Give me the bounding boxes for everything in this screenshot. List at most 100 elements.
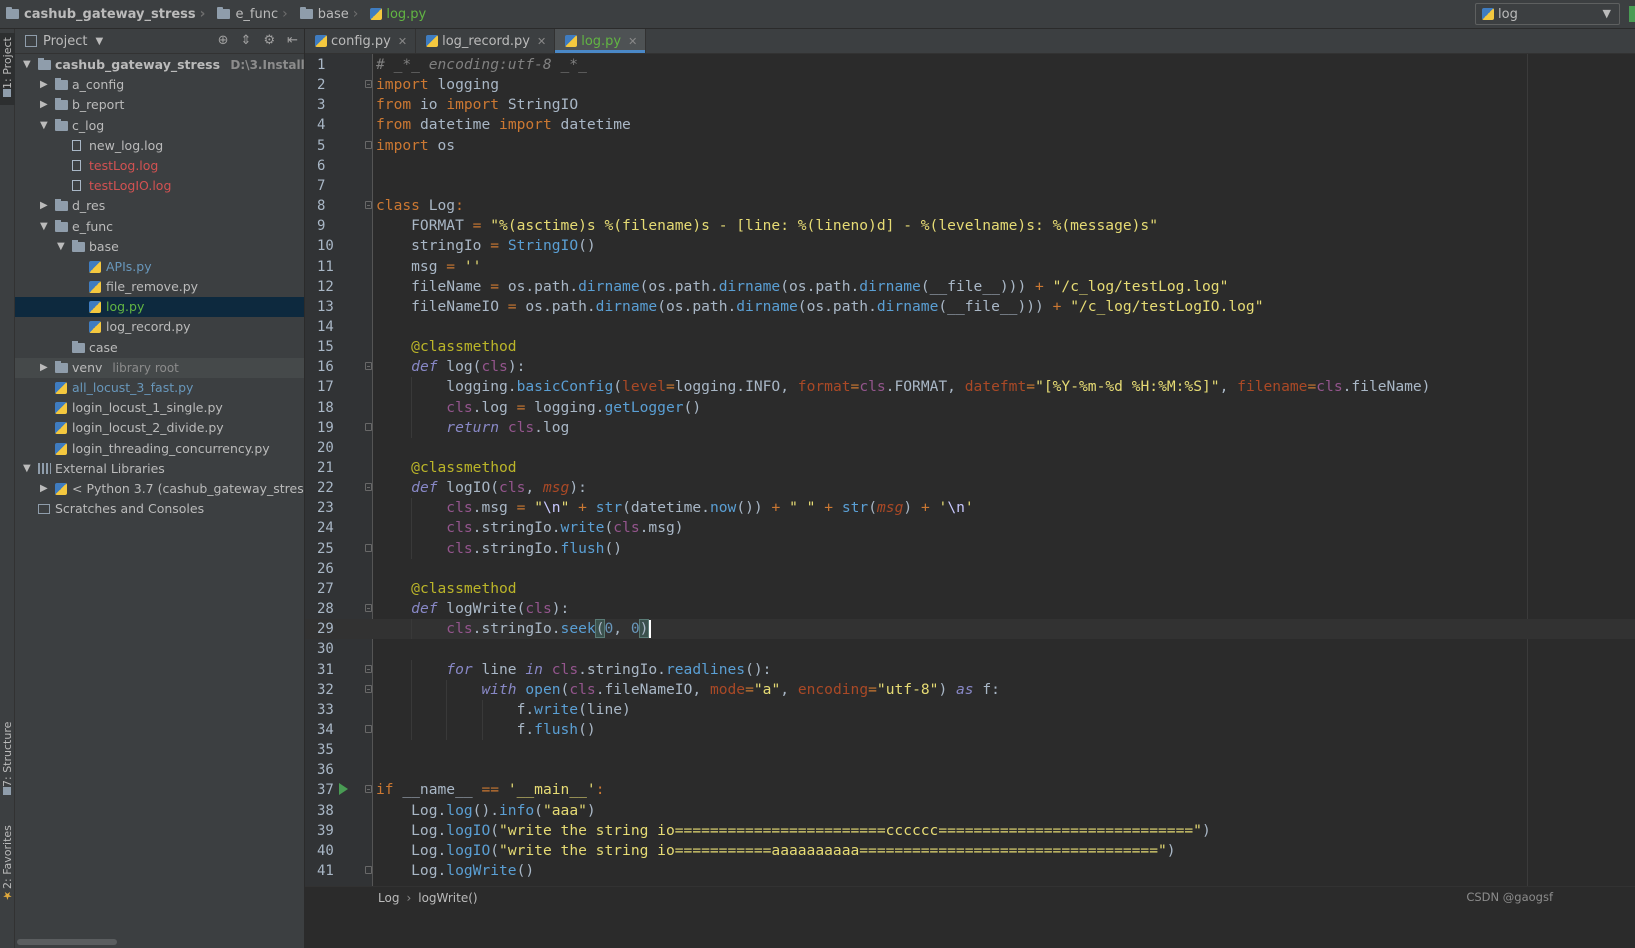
expanded-arrow-icon[interactable]: ▼ <box>23 55 31 75</box>
chevron-down-icon[interactable]: ▼ <box>95 36 103 47</box>
tab-log-record-py[interactable]: log_record.py ✕ <box>416 29 556 53</box>
run-button[interactable] <box>1629 6 1635 22</box>
code-line[interactable]: 35 <box>305 740 1635 760</box>
tree-item[interactable]: login_locust_2_divide.py <box>15 418 304 438</box>
code-line[interactable]: 41 Log.logWrite() <box>305 861 1635 881</box>
fold-open-icon[interactable] <box>365 684 372 693</box>
fold-open-icon[interactable] <box>365 483 372 492</box>
code-line[interactable]: 19 return cls.log <box>305 417 1635 438</box>
tree-item[interactable]: ▼ base <box>15 237 304 257</box>
collapsed-arrow-icon[interactable]: ▶ <box>40 95 48 115</box>
tree-item[interactable]: login_threading_concurrency.py <box>15 439 304 459</box>
expanded-arrow-icon[interactable]: ▼ <box>57 237 65 257</box>
tree-item[interactable]: log.py <box>15 297 304 318</box>
locate-file-icon[interactable]: ⊕ <box>218 33 229 48</box>
code-line[interactable]: 36 <box>305 760 1635 780</box>
tree-item[interactable]: file_remove.py <box>15 277 304 297</box>
hide-panel-icon[interactable]: ⇤ <box>287 33 298 48</box>
code-line[interactable]: 21 @classmethod <box>305 458 1635 478</box>
tree-item[interactable]: ▶ a_config <box>15 75 304 95</box>
horizontal-scrollbar[interactable] <box>17 939 117 945</box>
close-icon[interactable]: ✕ <box>537 35 546 48</box>
fold-end-icon[interactable] <box>365 543 372 552</box>
close-icon[interactable]: ✕ <box>628 35 637 48</box>
code-line[interactable]: 9 FORMAT = "%(asctime)s %(filename)s - [… <box>305 216 1635 236</box>
tree-item[interactable]: ▼ e_func <box>15 217 304 237</box>
tree-item[interactable]: log_record.py <box>15 317 304 337</box>
code-line[interactable]: 39 Log.logIO("write the string io=======… <box>305 821 1635 841</box>
tool-tab-project[interactable]: 1: Project <box>0 33 15 105</box>
tab-log-py[interactable]: log.py ✕ <box>555 29 647 53</box>
tool-tab-favorites[interactable]: ★ 2: Favorites <box>0 819 15 909</box>
code-line[interactable]: 6 <box>305 156 1635 176</box>
code-line[interactable]: 5 import os <box>305 136 1635 156</box>
code-line[interactable]: 1 # _*_ encoding:utf-8 _*_ <box>305 55 1635 75</box>
run-configuration-select[interactable]: log ▼ <box>1475 3 1620 25</box>
code-line[interactable]: 29 cls.stringIo.seek(0, 0) <box>305 619 1635 640</box>
tree-item[interactable]: ▼ External Libraries <box>15 459 304 479</box>
breadcrumb-file[interactable]: log.py <box>370 7 426 22</box>
code-line[interactable]: 37 if __name__ == '__main__': <box>305 780 1635 800</box>
fold-open-icon[interactable] <box>365 785 372 794</box>
code-line[interactable]: 7 <box>305 176 1635 196</box>
breadcrumb-class[interactable]: Log <box>378 891 399 905</box>
collapsed-arrow-icon[interactable]: ▶ <box>40 196 48 216</box>
code-line[interactable]: 17 logging.basicConfig(level=logging.INF… <box>305 377 1635 398</box>
collapsed-arrow-icon[interactable]: ▶ <box>40 358 48 378</box>
breadcrumb-project[interactable]: cashub_gateway_stress › <box>6 6 211 22</box>
gear-icon[interactable]: ⚙ <box>263 33 275 48</box>
breadcrumb-e-func[interactable]: e_func › <box>217 6 293 22</box>
code-line[interactable]: 3 from io import StringIO <box>305 95 1635 115</box>
expanded-arrow-icon[interactable]: ▼ <box>40 116 48 136</box>
collapse-all-icon[interactable]: ⇕ <box>241 33 252 48</box>
fold-end-icon[interactable] <box>365 140 372 149</box>
code-line[interactable]: 15 @classmethod <box>305 337 1635 357</box>
code-line[interactable]: 26 <box>305 559 1635 579</box>
fold-open-icon[interactable] <box>365 604 372 613</box>
tool-tab-structure[interactable]: 7: Structure <box>0 719 15 801</box>
code-line[interactable]: 11 msg = '' <box>305 257 1635 277</box>
fold-open-icon[interactable] <box>365 80 372 89</box>
fold-open-icon[interactable] <box>365 362 372 371</box>
expanded-arrow-icon[interactable]: ▼ <box>40 217 48 237</box>
tree-item[interactable]: case <box>15 338 304 358</box>
code-line[interactable]: 38 Log.log().info("aaa") <box>305 801 1635 821</box>
run-gutter-icon[interactable] <box>339 783 348 796</box>
code-line[interactable]: 16 def log(cls): <box>305 357 1635 377</box>
code-line[interactable]: 14 <box>305 317 1635 337</box>
tree-item[interactable]: all_locust_3_fast.py <box>15 378 304 398</box>
tree-item[interactable]: ▶ d_res <box>15 196 304 216</box>
collapsed-arrow-icon[interactable]: ▶ <box>40 75 48 95</box>
code-line[interactable]: 32 with open(cls.fileNameIO, mode="a", e… <box>305 679 1635 700</box>
fold-open-icon[interactable] <box>365 201 372 210</box>
collapsed-arrow-icon[interactable]: ▶ <box>40 479 48 499</box>
tree-item[interactable]: ▼ cashub_gateway_stress D:\3.InstallLocat… <box>15 55 304 75</box>
tree-item[interactable]: new_log.log <box>15 136 304 156</box>
code-line[interactable]: 28 def logWrite(cls): <box>305 599 1635 619</box>
code-line[interactable]: 2 import logging <box>305 75 1635 95</box>
code-line[interactable]: 12 fileName = os.path.dirname(os.path.di… <box>305 277 1635 297</box>
breadcrumb-method[interactable]: logWrite() <box>418 891 477 905</box>
fold-end-icon[interactable] <box>365 724 372 733</box>
code-editor[interactable]: 1 # _*_ encoding:utf-8 _*_ 2 import logging… <box>305 54 1635 886</box>
tree-item[interactable]: ▶ venv library root <box>15 357 304 378</box>
code-line[interactable]: 13 fileNameIO = os.path.dirname(os.path.… <box>305 297 1635 317</box>
tree-item[interactable]: testLogIO.log <box>15 176 304 196</box>
tree-item[interactable]: testLog.log <box>15 156 304 176</box>
tree-item[interactable]: ▶ b_report <box>15 95 304 115</box>
breadcrumb-base[interactable]: base › <box>299 6 365 22</box>
code-line[interactable]: 24 cls.stringIo.write(cls.msg) <box>305 518 1635 539</box>
code-line[interactable]: 30 <box>305 639 1635 659</box>
code-line[interactable]: 20 <box>305 438 1635 458</box>
code-line[interactable]: 34 f.flush() <box>305 719 1635 741</box>
tree-item[interactable]: Scratches and Consoles <box>15 499 304 519</box>
tab-config-py[interactable]: config.py ✕ <box>305 29 417 53</box>
close-icon[interactable]: ✕ <box>398 35 407 48</box>
code-line[interactable]: 23 cls.msg = "\n" + str(datetime.now()) … <box>305 498 1635 519</box>
fold-end-icon[interactable] <box>365 866 372 874</box>
tree-item[interactable]: ▶ < Python 3.7 (cashub_gateway_stress) > … <box>15 479 304 499</box>
code-line[interactable]: 25 cls.stringIo.flush() <box>305 538 1635 559</box>
code-line[interactable]: 33 f.write(line) <box>305 699 1635 720</box>
code-line[interactable]: 4 from datetime import datetime <box>305 115 1635 135</box>
tree-item[interactable]: ▼ c_log <box>15 116 304 136</box>
